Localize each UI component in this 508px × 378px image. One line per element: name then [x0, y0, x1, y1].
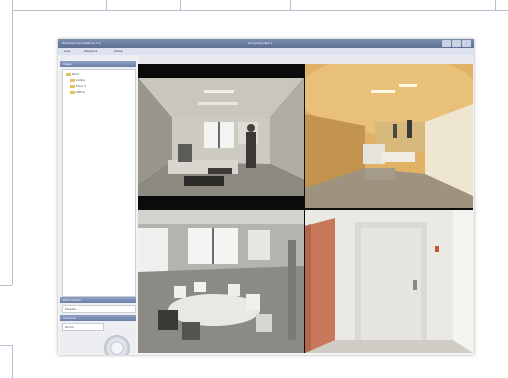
preset-select[interactable]: Presets	[62, 305, 136, 313]
tree-panel-header[interactable]: Views	[60, 61, 136, 67]
camera-view-1[interactable]	[138, 64, 304, 208]
guide-line	[0, 285, 12, 286]
menu-item-playback[interactable]: Playback	[84, 48, 97, 55]
preset-label: Presets	[65, 307, 76, 311]
menu-bar: Live Playback Setup	[58, 48, 474, 55]
menu-item-setup[interactable]: Setup	[114, 48, 123, 55]
app-window: Windows Surveillance 7.0 Grouping View 1…	[58, 39, 474, 355]
camera-view-4[interactable]	[305, 210, 473, 353]
title-bar: Windows Surveillance 7.0 Grouping View 1	[58, 39, 474, 48]
minimize-icon[interactable]	[442, 40, 451, 47]
toolbar	[138, 55, 474, 64]
camera-tree: Root Lobby Floor 2 Office	[62, 69, 136, 297]
tree-item[interactable]: Floor 2	[70, 84, 86, 89]
guide-line	[12, 0, 13, 285]
camera-image	[138, 210, 304, 353]
zoom-label: Zoom	[65, 325, 74, 329]
zoom-control[interactable]: Zoom	[62, 323, 104, 331]
guide-line	[12, 345, 13, 378]
guide-line	[12, 10, 508, 11]
maximize-icon[interactable]	[452, 40, 461, 47]
folder-icon	[70, 78, 75, 82]
window-title: Windows Surveillance 7.0	[62, 41, 101, 45]
video-grid	[138, 64, 473, 353]
folder-icon	[70, 84, 75, 88]
close-icon[interactable]	[462, 40, 471, 47]
guide-line	[106, 0, 107, 10]
tree-item[interactable]: Lobby	[70, 78, 85, 83]
camera-view-3[interactable]	[138, 210, 304, 353]
guide-line	[180, 0, 181, 10]
control-panel-title: Controls	[63, 316, 76, 320]
folder-icon	[70, 90, 75, 94]
camera-view-2[interactable]	[305, 64, 473, 208]
view-title: Grouping View 1	[248, 41, 273, 45]
ptz-dial[interactable]	[104, 335, 130, 355]
control-panel-header[interactable]: Controls	[60, 315, 136, 321]
ptz-panel-header[interactable]: PTZ Control	[60, 297, 136, 303]
camera-image	[305, 64, 473, 208]
camera-image	[138, 64, 304, 208]
camera-image	[305, 210, 473, 353]
tree-item[interactable]: Office	[70, 90, 85, 95]
tree-item[interactable]: Root	[66, 72, 79, 77]
menu-item-live[interactable]: Live	[64, 48, 70, 55]
guide-line	[495, 0, 496, 10]
window-controls	[442, 40, 471, 47]
sidebar: Views Root Lobby Floor 2 Office PTZ Cont…	[60, 55, 136, 355]
tree-panel-title: Views	[63, 62, 72, 66]
ptz-panel-title: PTZ Control	[63, 298, 81, 302]
folder-icon	[66, 72, 71, 76]
guide-line	[290, 0, 291, 10]
guide-line	[0, 345, 12, 346]
